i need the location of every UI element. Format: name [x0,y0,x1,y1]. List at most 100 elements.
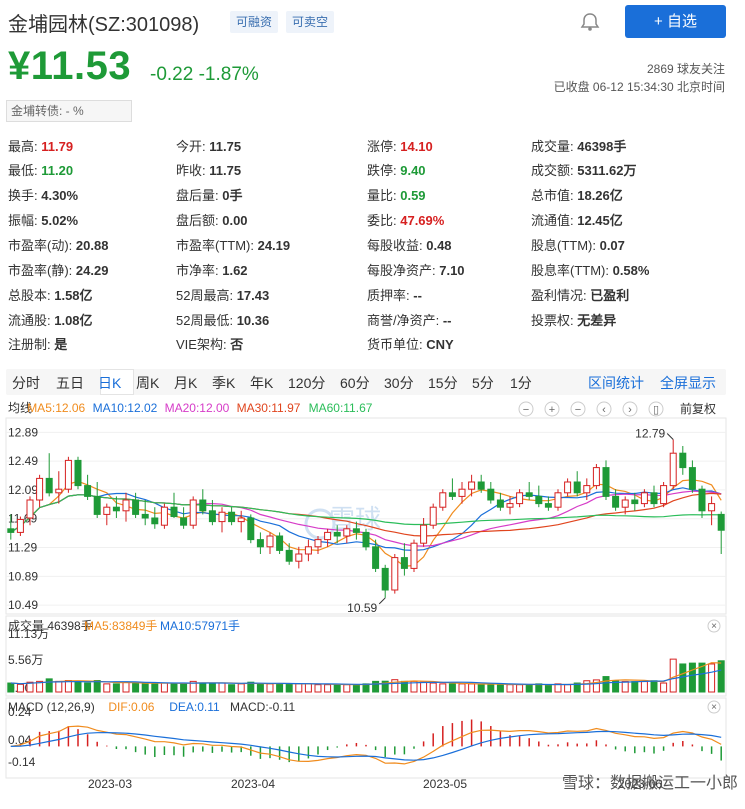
candle-body [314,539,322,548]
range-stats-link[interactable]: 区间统计 [588,373,644,393]
candle-body [660,485,668,505]
candle-body [132,499,140,515]
stat-value: 12.45亿 [577,213,623,228]
candle-body [477,481,485,490]
stat-label: 换手: [8,188,42,203]
stat-item: 盘后额: 0.00 [176,210,248,229]
candle-body [218,511,226,523]
tab-8[interactable]: 60分 [340,373,370,393]
tab-11[interactable]: 5分 [472,373,494,393]
volume-bar [256,683,264,693]
volume-bar [103,683,111,693]
convertible-bond-field[interactable]: 金埔转债: - % [6,100,132,122]
candle-body [448,492,456,497]
ma-legend-1: MA5:12.06 [27,401,85,415]
high-annotation: 12.79 [635,427,665,441]
volume-bar [84,682,92,693]
volume-bar [16,683,24,693]
tab-0[interactable]: 分时 [12,373,40,393]
stat-value: 0.00 [222,213,248,228]
volume-bar [477,684,485,693]
candle-body [36,477,44,501]
candle-body [103,506,111,515]
candle-body [506,503,514,508]
candle-body [55,488,63,494]
candle-body [189,499,197,526]
kline-chart[interactable]: 均线MA5:12.06 MA10:12.02 MA20:12.00 MA30:11.9… [0,398,745,809]
candle-body [362,531,370,548]
ma-legend-5: MA60:11.67 [309,401,373,415]
candle-body [592,467,600,487]
tab-3[interactable]: 周K [136,373,159,393]
tab-1[interactable]: 五日 [56,373,84,393]
stat-item: 注册制: 是 [8,334,67,353]
stat-item: 52周最高: 17.43 [176,285,269,304]
bell-icon[interactable] [578,12,602,32]
volume-bar [314,684,322,693]
candle-body [16,518,24,533]
candle-body [525,492,533,497]
candle-body [180,517,188,526]
short-tag[interactable]: 可卖空 [286,11,335,33]
volume-bar [506,684,514,693]
stat-item: 最低: 11.20 [8,160,73,179]
candle-body [228,511,236,523]
candle-body [640,492,648,505]
stat-value: 1.58亿 [54,288,93,303]
stat-label: 成交额: [531,163,578,178]
tab-6[interactable]: 年K [250,373,273,393]
tab-10[interactable]: 15分 [428,373,458,393]
fullscreen-link[interactable]: 全屏显示 [660,373,716,393]
volume-bar [285,683,293,693]
candle-body [612,495,620,508]
stat-label: 市净率: [176,263,223,278]
price-change: -0.22 -1.87% [150,64,259,85]
followers-count: 2869 球友关注 [646,62,725,76]
candle-body [429,506,437,526]
volume-bar [564,684,572,693]
candle-body [247,517,255,541]
stat-value: 0.48 [426,238,452,253]
stat-value: 17.43 [236,288,270,303]
stat-value: 0手 [222,188,243,203]
stat-label: 流通值: [531,213,578,228]
stat-item: 换手: 4.30% [8,185,78,204]
candle-body [468,481,476,490]
stat-item: 委比: 47.69% [367,210,444,229]
tab-7[interactable]: 120分 [288,373,325,393]
tab-12[interactable]: 1分 [510,373,532,393]
candle-body [256,539,264,548]
stat-value: 1.08亿 [54,313,93,328]
stat-label: 最低: [8,163,42,178]
tab-5[interactable]: 季K [212,373,235,393]
volume-bar [112,683,120,693]
stat-value: 7.10 [439,263,465,278]
margin-tag[interactable]: 可融资 [230,11,279,33]
add-watchlist-button[interactable]: + 自选 [625,5,726,38]
candle-body [717,513,725,531]
stat-value: 5311.62万 [577,163,637,178]
ma-legend-4: MA30:11.97 [237,401,301,415]
stat-label: 商誉/净资产: [367,313,443,328]
date-axis-label: 2023-04 [231,777,275,791]
volume-bar [621,681,629,693]
candle-body [208,510,216,523]
stat-label: 今开: [176,139,210,154]
candle-body [516,492,524,505]
candle-body [141,513,149,519]
stat-value: 11.75 [209,139,242,154]
candle-body [487,488,495,501]
candle-body [391,557,399,591]
stat-value: 已盈利 [590,288,630,303]
tab-9[interactable]: 30分 [384,373,414,393]
volume-bar [199,682,207,693]
tab-2[interactable]: 日K [98,373,121,393]
low-annotation: 10.59 [347,601,377,615]
tab-4[interactable]: 月K [174,373,197,393]
stat-item: 振幅: 5.02% [8,210,78,229]
candle-body [160,506,168,526]
stat-value: 1.62 [222,263,248,278]
stat-item: 流通值: 12.45亿 [531,210,623,229]
volume-bar [141,682,149,693]
candle-body [420,524,428,544]
